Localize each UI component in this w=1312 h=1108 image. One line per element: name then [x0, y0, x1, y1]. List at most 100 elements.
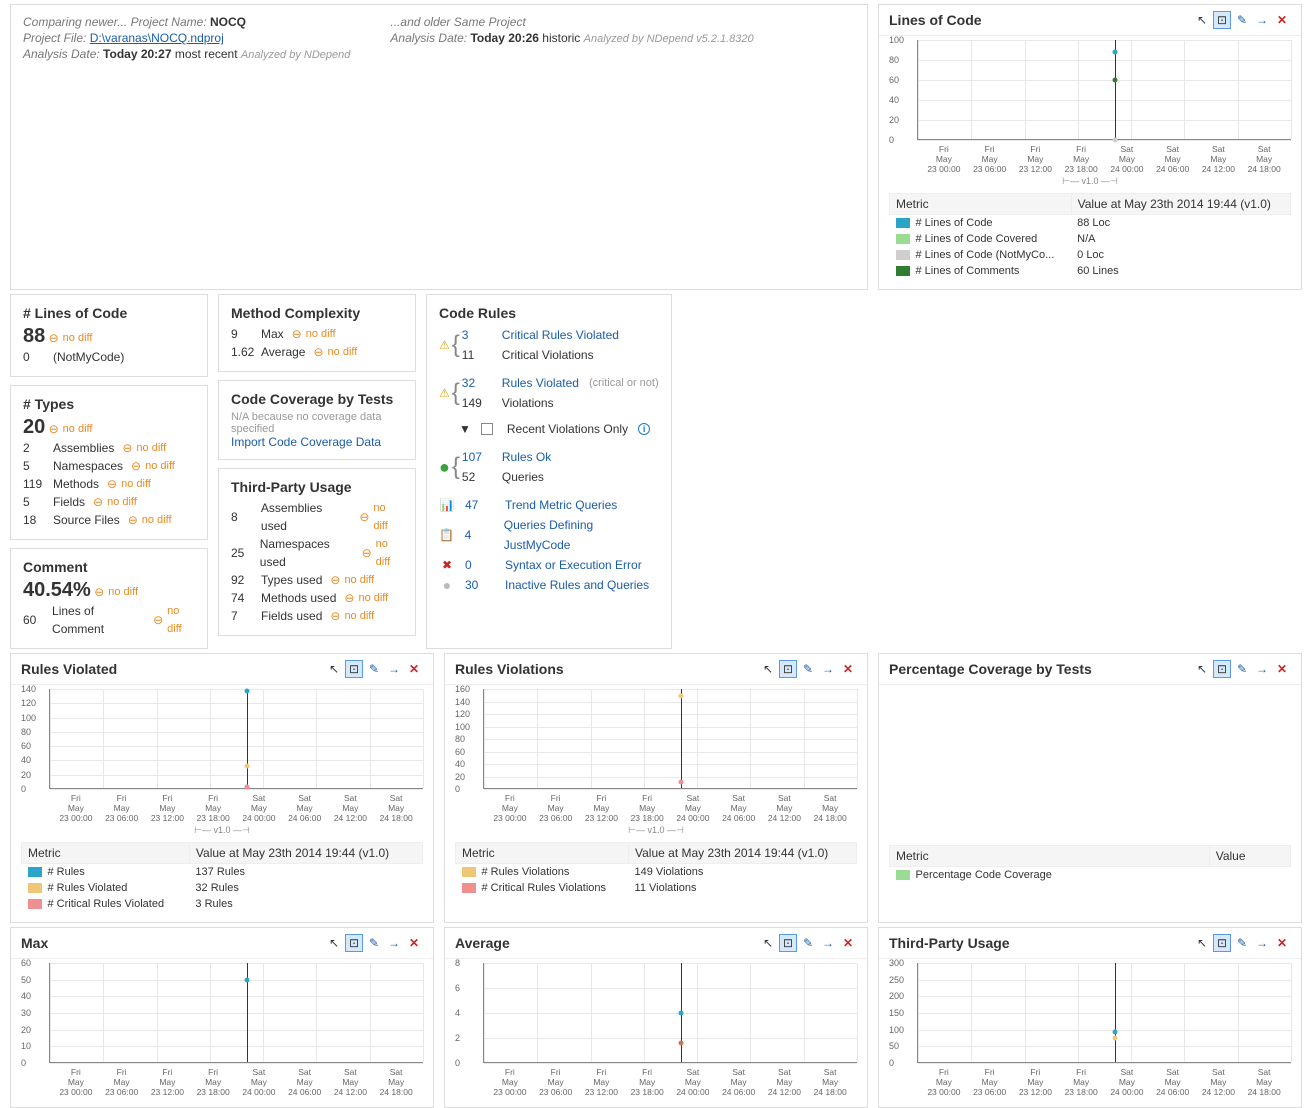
cursor-icon[interactable]: ↖ — [1193, 934, 1211, 952]
cursor-icon[interactable]: ↖ — [325, 934, 343, 952]
export-icon[interactable]: → — [385, 934, 403, 952]
crit-viol-lbl: Critical Violations — [502, 345, 594, 365]
viol-rules-lbl[interactable]: Rules Violated — [502, 373, 579, 393]
metric-row: # Rules Violated — [22, 880, 190, 896]
older-label: ...and older — [390, 15, 450, 29]
jmc-lbl[interactable]: Queries Defining JustMyCode — [504, 515, 659, 555]
export-icon[interactable]: → — [1253, 934, 1271, 952]
viol-rules-n[interactable]: 32 — [462, 373, 492, 393]
export-icon[interactable]: → — [819, 934, 837, 952]
stat-nodiff: no diff — [344, 589, 388, 607]
err-n[interactable]: 0 — [465, 555, 495, 575]
export-icon[interactable]: → — [819, 660, 837, 678]
jmc-n[interactable]: 4 — [465, 525, 494, 545]
err-lbl[interactable]: Syntax or Execution Error — [505, 555, 642, 575]
stat-lbl: Average — [261, 343, 305, 361]
warning-icon: ⚠ — [439, 386, 450, 400]
export-icon[interactable]: → — [385, 660, 403, 678]
export-icon[interactable]: → — [1253, 660, 1271, 678]
crit-rules-lbl[interactable]: Critical Rules Violated — [502, 325, 619, 345]
zoom-icon[interactable]: ⊡ — [345, 660, 363, 678]
cursor-icon[interactable]: ↖ — [1193, 660, 1211, 678]
complexity-title: Method Complexity — [231, 305, 403, 321]
close-icon[interactable]: ✕ — [1273, 11, 1291, 29]
export-icon[interactable]: → — [1253, 11, 1271, 29]
crit-rules-n[interactable]: 3 — [462, 325, 492, 345]
stat-nodiff: no diff — [359, 499, 403, 535]
close-icon[interactable]: ✕ — [1273, 934, 1291, 952]
zoom-icon[interactable]: ⊡ — [1213, 934, 1231, 952]
trend-n[interactable]: 47 — [465, 495, 495, 515]
info-icon[interactable]: i — [638, 423, 650, 435]
trend-lbl[interactable]: Trend Metric Queries — [505, 495, 617, 515]
stat-n: 8 — [231, 508, 253, 526]
edit-icon[interactable]: ✎ — [1233, 934, 1251, 952]
ok-lbl[interactable]: Rules Ok — [502, 447, 551, 467]
ok-icon: ● — [439, 457, 450, 478]
chart-title: Average — [455, 935, 510, 951]
edit-icon[interactable]: ✎ — [1233, 11, 1251, 29]
stat-n: 18 — [23, 511, 45, 529]
zoom-icon[interactable]: ⊡ — [345, 934, 363, 952]
chart-title: Max — [21, 935, 48, 951]
recent-violations-checkbox[interactable] — [481, 423, 493, 435]
card-coverage: Code Coverage by Tests N/A because no co… — [218, 380, 416, 460]
stat-lbl: Namespaces used — [260, 535, 354, 571]
cursor-icon[interactable]: ↖ — [759, 934, 777, 952]
analyzed-by: Analyzed by NDepend — [241, 49, 350, 61]
chart-rules-violated: Rules Violated ↖ ⊡ ✎ → ✕ 020406080100120… — [10, 653, 434, 923]
metric-value: N/A — [1071, 231, 1290, 247]
inact-n[interactable]: 30 — [465, 575, 495, 595]
close-icon[interactable]: ✕ — [1273, 660, 1291, 678]
close-icon[interactable]: ✕ — [839, 934, 857, 952]
edit-icon[interactable]: ✎ — [799, 660, 817, 678]
metric-value: 137 Rules — [189, 864, 422, 881]
card-code-rules: Code Rules ⚠ { 3Critical Rules Violated … — [426, 294, 672, 649]
zoom-icon[interactable]: ⊡ — [1213, 660, 1231, 678]
zoom-icon[interactable]: ⊡ — [779, 934, 797, 952]
edit-icon[interactable]: ✎ — [365, 934, 383, 952]
close-icon[interactable]: ✕ — [405, 934, 423, 952]
metric-row: Percentage Code Coverage — [890, 867, 1210, 884]
stat-nodiff: no diff — [107, 475, 151, 493]
inact-lbl[interactable]: Inactive Rules and Queries — [505, 575, 649, 595]
stat-lbl: Max — [261, 325, 284, 343]
jmc-icon: 📋 — [439, 525, 455, 545]
zoom-icon[interactable]: ⊡ — [779, 660, 797, 678]
th-metric: Metric — [456, 843, 629, 864]
cursor-icon[interactable]: ↖ — [759, 660, 777, 678]
rules-title: Code Rules — [439, 305, 659, 321]
card-lines-of-code: # Lines of Code 88 no diff 0 (NotMyCode) — [10, 294, 208, 377]
zoom-icon[interactable]: ⊡ — [1213, 11, 1231, 29]
stat-lbl: Methods used — [261, 589, 336, 607]
loc-sub-n: 0 — [23, 348, 45, 366]
stat-lbl: Assemblies — [53, 439, 114, 457]
older-suffix: historic — [542, 31, 580, 45]
stat-n: 7 — [231, 607, 253, 625]
cursor-icon[interactable]: ↖ — [1193, 11, 1211, 29]
card-third-party: Third-Party Usage 8Assemblies usedno dif… — [218, 468, 416, 636]
loc-title: # Lines of Code — [23, 305, 195, 321]
project-file-link[interactable]: D:\varanas\NOCQ.ndproj — [90, 31, 224, 45]
ok-n[interactable]: 107 — [462, 447, 492, 467]
stat-lbl: Fields used — [261, 607, 322, 625]
edit-icon[interactable]: ✎ — [799, 934, 817, 952]
cursor-icon[interactable]: ↖ — [325, 660, 343, 678]
chart-coverage-pct: Percentage Coverage by Tests ↖ ⊡ ✎ → ✕ M… — [878, 653, 1302, 923]
edit-icon[interactable]: ✎ — [365, 660, 383, 678]
close-icon[interactable]: ✕ — [405, 660, 423, 678]
close-icon[interactable]: ✕ — [839, 660, 857, 678]
stat-nodiff: no diff — [313, 343, 357, 361]
edit-icon[interactable]: ✎ — [1233, 660, 1251, 678]
th-value: Value at May 23th 2014 19:44 (v1.0) — [1071, 194, 1290, 215]
viols-lbl: Violations — [502, 393, 554, 413]
chart-title: Percentage Coverage by Tests — [889, 661, 1092, 677]
loc-nodiff: no diff — [49, 331, 93, 345]
chart-title: Third-Party Usage — [889, 935, 1010, 951]
types-value: 20 — [23, 416, 45, 438]
metric-row: # Lines of Comments — [890, 263, 1072, 279]
comment-sub-lbl: Lines of Comment — [52, 602, 145, 638]
metric-row: # Lines of Code — [890, 215, 1072, 232]
coverage-import-link[interactable]: Import Code Coverage Data — [231, 435, 381, 449]
stat-n: 9 — [231, 325, 253, 343]
